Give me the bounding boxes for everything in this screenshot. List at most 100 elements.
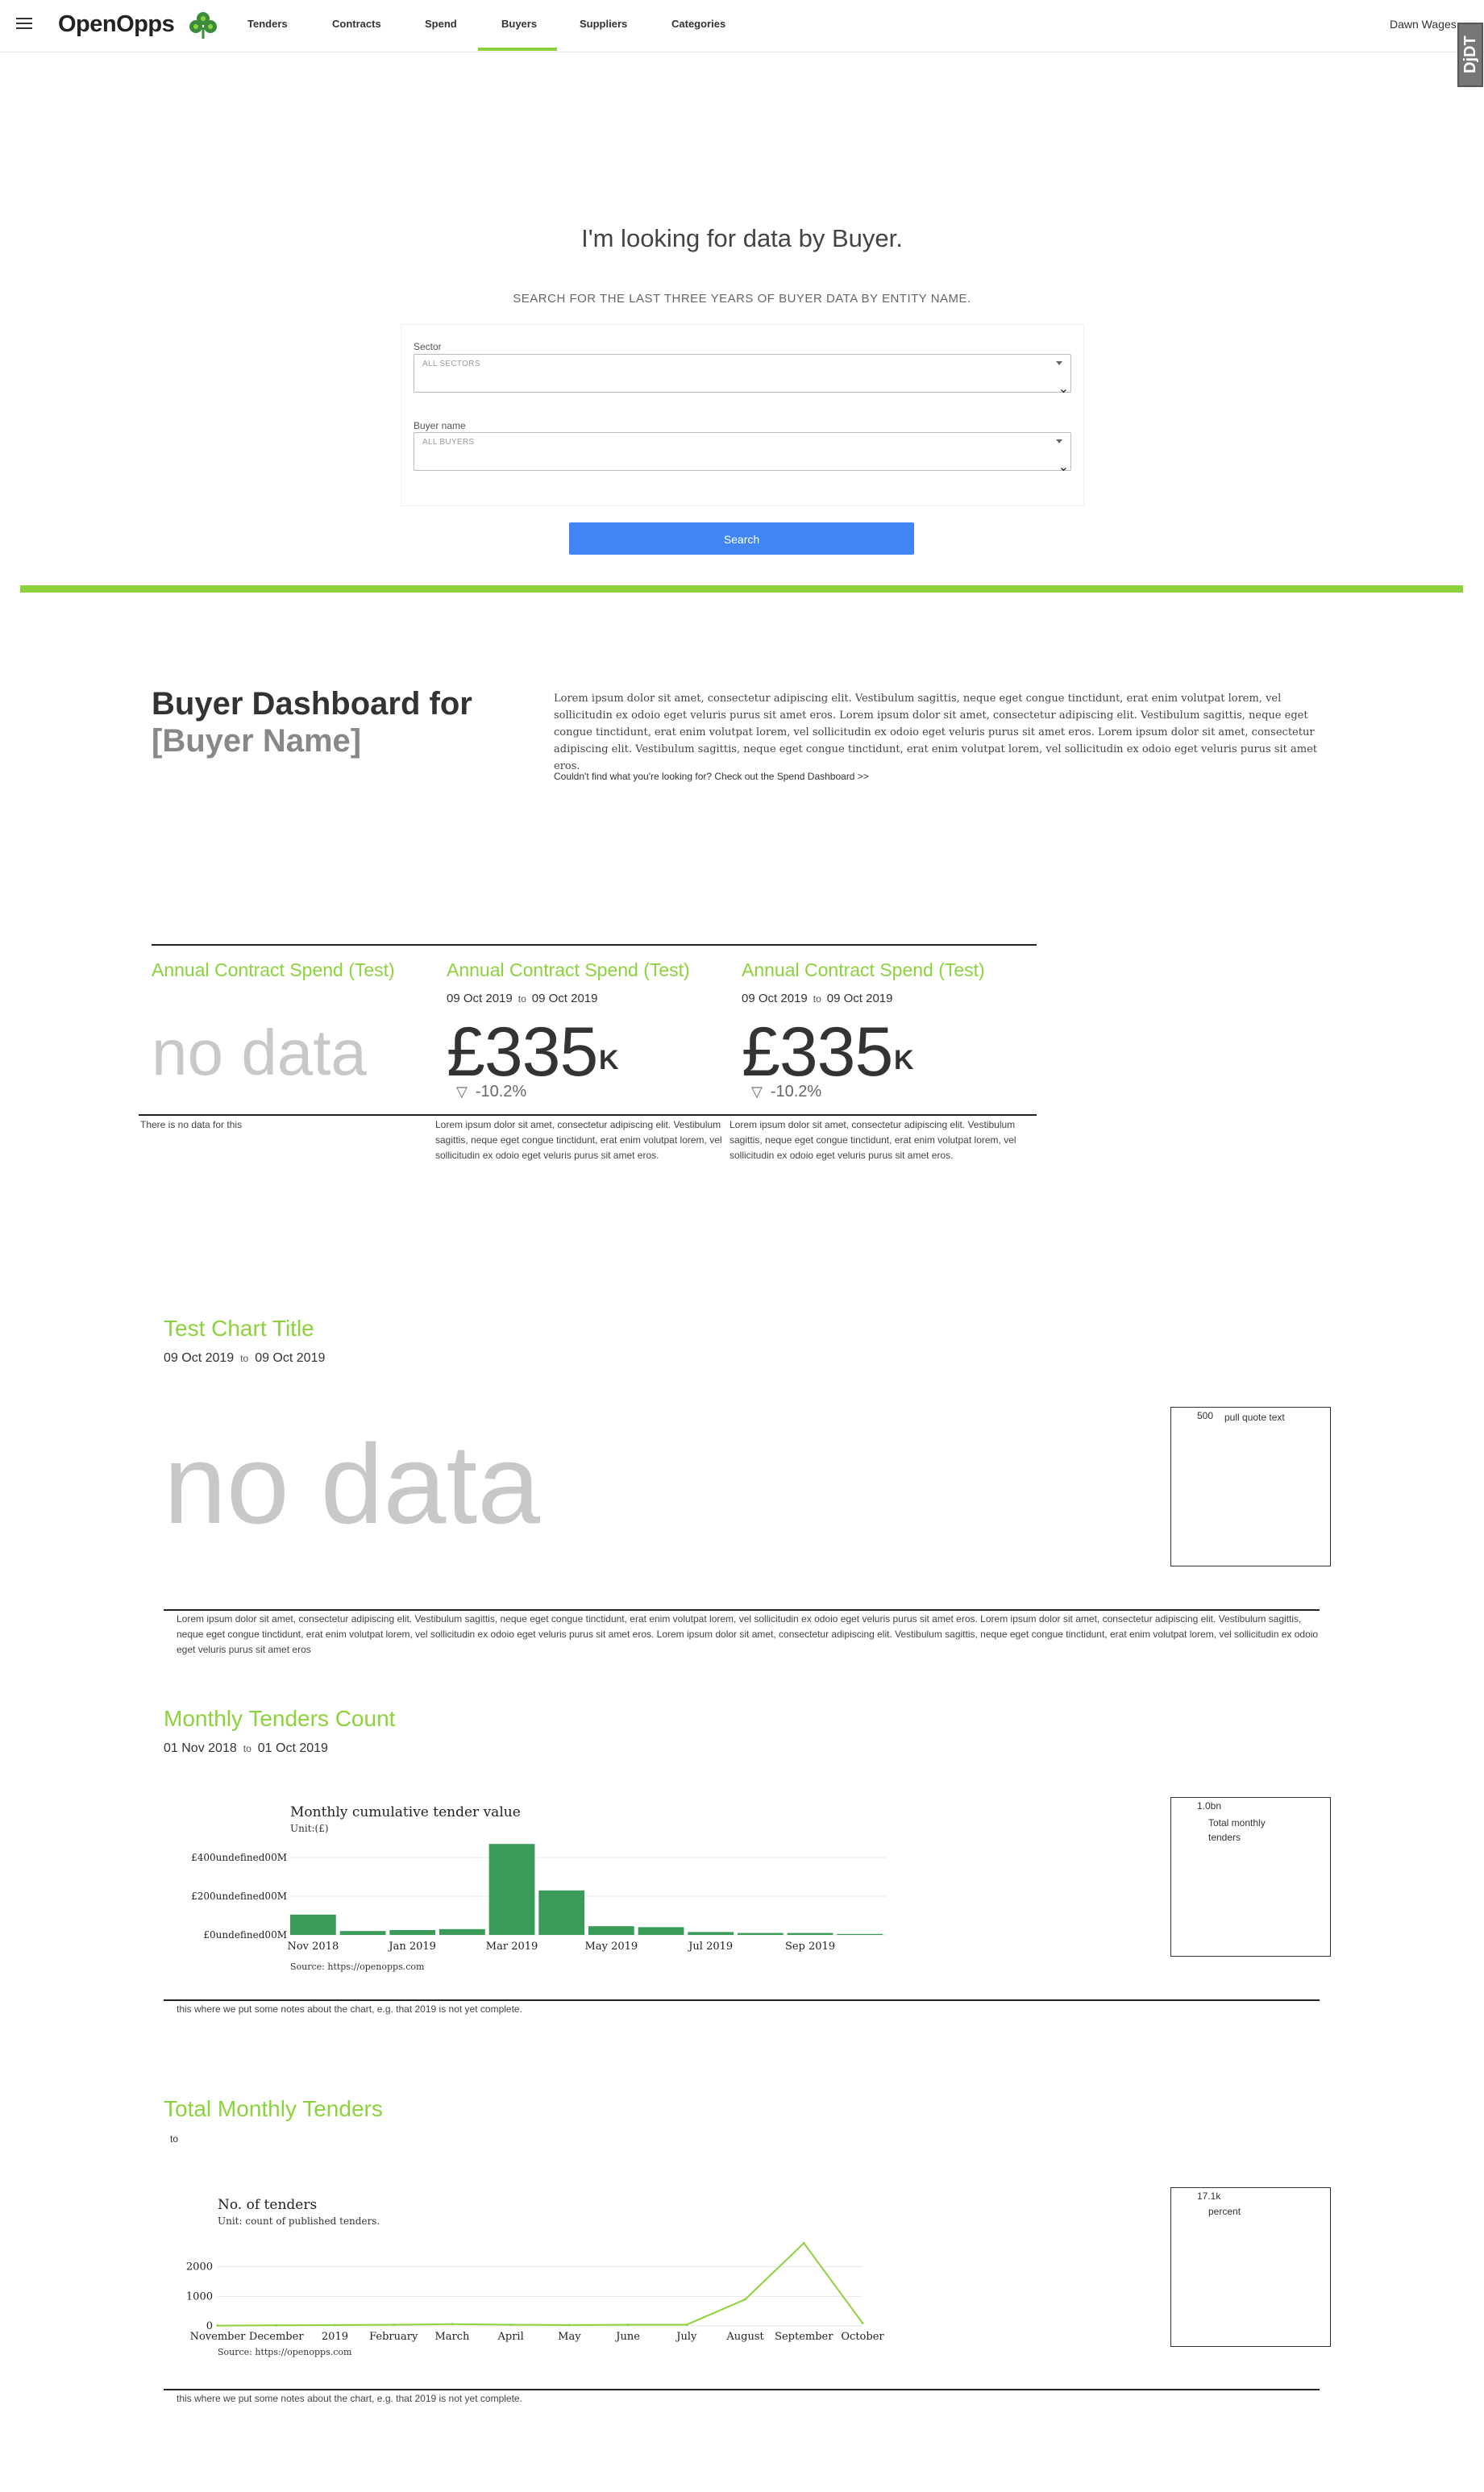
- chart-source: Source: https://openopps.com: [218, 2347, 352, 2357]
- buyer-placeholder: ALL BUYERS: [422, 438, 475, 447]
- search-form: Sector ALL SECTORS ⌄ Buyer name ALL BUYE…: [401, 324, 1084, 506]
- pull-quote-number: 17.1k: [1197, 2190, 1221, 2202]
- chart-title: No. of tenders: [218, 2197, 317, 2213]
- section-note: Lorem ipsum dolor sit amet, consectetur …: [177, 1613, 1319, 1655]
- logo[interactable]: OpenOpps: [58, 11, 175, 38]
- x-tick-label: April: [497, 2331, 524, 2343]
- data-point: [509, 2324, 513, 2327]
- caret-down-icon: [1056, 361, 1062, 365]
- date-from: 09 Oct 2019: [164, 1351, 235, 1365]
- tender-count-line-chart: No. of tenders Unit: count of published …: [186, 2197, 884, 2357]
- sector-select[interactable]: ALL SECTORS ⌄: [414, 354, 1071, 396]
- bar: [488, 1844, 535, 1935]
- nav-contracts[interactable]: Contracts: [332, 18, 381, 30]
- menu-icon[interactable]: [16, 18, 32, 31]
- chevron-down-icon: ⌄: [1058, 382, 1069, 396]
- pull-quote-number: 500: [1197, 1410, 1214, 1421]
- pull-quote-box: 1.0bn Total monthly tenders: [1170, 1797, 1331, 1957]
- top-nav: OpenOpps Tenders Contracts Spend Buyers …: [0, 0, 1484, 52]
- x-tick-label: November: [190, 2331, 247, 2343]
- bar: [339, 1931, 386, 1935]
- sector-placeholder: ALL SECTORS: [422, 360, 480, 368]
- kpi-no-data: no data: [152, 1017, 367, 1088]
- data-point: [802, 2241, 805, 2244]
- x-tick-label: 2019: [322, 2331, 348, 2343]
- date-from: 01 Nov 2018: [164, 1741, 237, 1755]
- data-point: [392, 2324, 395, 2327]
- section-rule: [164, 1609, 1320, 1611]
- section-date-range: 09 Oct 2019 to 09 Oct 2019: [164, 1351, 325, 1366]
- search-button[interactable]: Search: [569, 522, 914, 555]
- section-rule: [164, 2389, 1320, 2390]
- date-from: 09 Oct 2019: [742, 992, 808, 1005]
- data-point: [626, 2324, 630, 2327]
- x-tick-label: September: [775, 2331, 833, 2343]
- data-point: [744, 2298, 747, 2301]
- section-date-range: 01 Nov 2018 to 01 Oct 2019: [164, 1741, 328, 1756]
- date-to-label: to: [243, 1743, 251, 1754]
- kpi-delta-value: -10.2%: [770, 1083, 822, 1100]
- y-tick-label: 1000: [186, 2290, 213, 2303]
- section-title: Total Monthly Tenders: [164, 2096, 383, 2121]
- section-date-range: to: [170, 2133, 179, 2145]
- date-to: 09 Oct 2019: [531, 992, 598, 1005]
- kpi-bottom-rule: [139, 1114, 1037, 1116]
- pull-quote-text: percent: [1208, 2206, 1241, 2217]
- triangle-down-icon: ▽: [751, 1084, 763, 1100]
- data-point: [275, 2324, 278, 2327]
- bar: [439, 1928, 485, 1935]
- section-title: Monthly Tenders Count: [164, 1706, 396, 1731]
- kpi-title: Annual Contract Spend (Test): [742, 959, 985, 980]
- x-tick-label: March: [434, 2331, 470, 2343]
- dashboard-description: Lorem ipsum dolor sit amet, consectetur …: [554, 693, 1318, 772]
- section-rule: [164, 1999, 1320, 2001]
- data-point: [451, 2323, 454, 2326]
- kpi-title: Annual Contract Spend (Test): [152, 959, 395, 980]
- bar: [538, 1890, 585, 1935]
- x-tick-label: Mar 2019: [486, 1941, 538, 1953]
- kpi-date-range: 09 Oct 2019 to 09 Oct 2019: [447, 992, 597, 1005]
- data-point: [567, 2324, 571, 2327]
- x-tick-label: December: [249, 2331, 304, 2343]
- y-tick-label: £200undefined00M: [191, 1891, 287, 1902]
- triangle-down-icon: ▽: [456, 1084, 468, 1100]
- date-to-label: to: [813, 993, 821, 1005]
- active-nav-indicator: [478, 48, 557, 51]
- date-to: 09 Oct 2019: [255, 1351, 326, 1365]
- sector-label: Sector: [414, 341, 442, 352]
- nav-suppliers[interactable]: Suppliers: [580, 18, 627, 30]
- chart-subtitle: Unit:(£): [290, 1823, 329, 1834]
- data-point: [861, 2321, 864, 2324]
- pull-quote-box: 17.1k percent: [1170, 2187, 1331, 2347]
- chevron-down-icon: ⌄: [1058, 460, 1069, 474]
- nav-buyers[interactable]: Buyers: [501, 18, 537, 30]
- data-point: [333, 2324, 336, 2327]
- tender-value-bar-chart: Monthly cumulative tender value Unit:(£)…: [191, 1804, 887, 1972]
- nav-categories[interactable]: Categories: [671, 18, 725, 30]
- x-tick-label: Jul 2019: [687, 1941, 733, 1953]
- caret-down-icon: [1056, 439, 1062, 443]
- buyer-select[interactable]: ALL BUYERS ⌄: [414, 432, 1071, 474]
- date-from: 09 Oct 2019: [447, 992, 513, 1005]
- kpi-top-rule: [152, 944, 1037, 946]
- y-tick-label: £400undefined00M: [191, 1852, 287, 1863]
- pull-quote-box: 500 pull quote text: [1170, 1407, 1331, 1566]
- kpi-delta: ▽ -10.2%: [751, 1083, 821, 1101]
- x-tick-label: May: [558, 2331, 581, 2343]
- spend-dashboard-link[interactable]: Couldn't find what you're looking for? C…: [554, 771, 869, 782]
- nav-spend[interactable]: Spend: [425, 18, 457, 30]
- nav-tenders[interactable]: Tenders: [247, 18, 288, 30]
- date-to-label: to: [518, 993, 526, 1005]
- x-tick-label: June: [614, 2331, 640, 2343]
- user-menu[interactable]: Dawn Wages: [1390, 18, 1457, 31]
- bar: [290, 1914, 336, 1935]
- section-divider: [20, 585, 1463, 593]
- kpi-note: There is no data for this: [140, 1119, 243, 1130]
- date-to-label: to: [240, 1353, 249, 1364]
- chart-no-data: no data: [164, 1421, 541, 1547]
- date-to: 09 Oct 2019: [826, 992, 893, 1005]
- kpi-note: Lorem ipsum dolor sit amet, consectetur …: [730, 1119, 1016, 1161]
- kpi-delta: ▽ -10.2%: [456, 1083, 526, 1101]
- debug-toolbar-handle[interactable]: DjDT: [1457, 23, 1483, 87]
- bar: [787, 1932, 833, 1935]
